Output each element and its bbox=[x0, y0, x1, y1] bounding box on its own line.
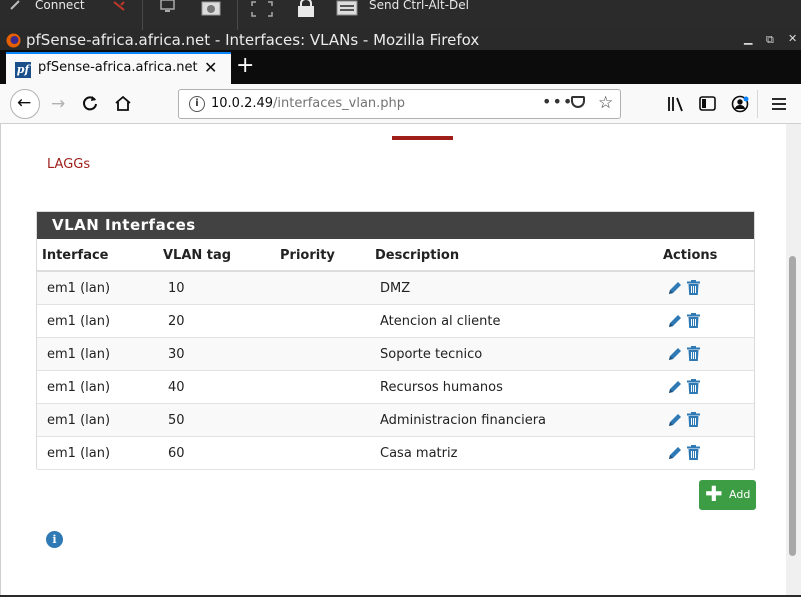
add-button-label: Add bbox=[729, 488, 751, 501]
add-button[interactable]: ✚ Add bbox=[699, 480, 756, 510]
panel-title: VLAN Interfaces bbox=[52, 216, 196, 234]
firefox-icon bbox=[6, 33, 21, 48]
restore-button[interactable]: ⧉ bbox=[766, 33, 774, 47]
new-tab-button[interactable]: + bbox=[236, 54, 254, 78]
active-tab-indicator bbox=[392, 136, 453, 140]
tab-pfsense[interactable]: pf pfSense-africa.africa.net ✕ bbox=[6, 52, 231, 84]
back-icon: ← bbox=[17, 93, 32, 113]
cell-description: Casa matriz bbox=[380, 446, 458, 461]
cell-description: Soporte tecnico bbox=[380, 347, 483, 362]
cell-interface: em1 (lan) bbox=[47, 446, 111, 461]
cell-vlan-tag: 10 bbox=[168, 281, 185, 296]
edit-pencil-icon[interactable] bbox=[667, 280, 683, 296]
send-ctrl-alt-del-button[interactable]: Send Ctrl-Alt-Del bbox=[369, 0, 469, 12]
remote-toolbar: Connect Send Ctrl-Alt-Del bbox=[0, 0, 801, 30]
cell-interface: em1 (lan) bbox=[47, 413, 111, 428]
edit-pencil-icon[interactable] bbox=[667, 346, 683, 362]
info-icon[interactable]: i bbox=[46, 531, 63, 548]
monitor-icon[interactable] bbox=[160, 0, 176, 14]
laggs-link[interactable]: LAGGs bbox=[47, 157, 90, 172]
edit-pencil-icon[interactable] bbox=[667, 445, 683, 461]
table-row: em1 (lan) 60 Casa matriz bbox=[37, 437, 754, 470]
home-icon[interactable] bbox=[114, 95, 132, 112]
delete-trash-icon[interactable] bbox=[687, 445, 700, 460]
delete-trash-icon[interactable] bbox=[687, 313, 700, 328]
cell-vlan-tag: 30 bbox=[168, 347, 185, 362]
screenshot-icon[interactable] bbox=[200, 0, 222, 16]
column-header-priority: Priority bbox=[280, 248, 335, 263]
url-bar[interactable]: i 10.0.2.49/interfaces_vlan.php ••• ☆ bbox=[178, 89, 621, 119]
back-button[interactable]: ← bbox=[10, 89, 40, 119]
cell-description: Administracion financiera bbox=[380, 413, 547, 428]
column-header-vlan-tag: VLAN tag bbox=[163, 248, 232, 263]
forward-icon[interactable]: → bbox=[51, 94, 65, 114]
cell-interface: em1 (lan) bbox=[47, 281, 111, 296]
plus-icon: ✚ bbox=[705, 482, 723, 506]
close-window-button[interactable]: ✕ bbox=[788, 32, 797, 45]
cell-vlan-tag: 60 bbox=[168, 446, 185, 461]
cell-interface: em1 (lan) bbox=[47, 314, 111, 329]
site-info-icon[interactable]: i bbox=[189, 96, 205, 112]
window-title: pfSense-africa.africa.net - Interfaces: … bbox=[26, 31, 480, 49]
table-row: em1 (lan) 20 Atencion al cliente bbox=[37, 305, 754, 338]
library-icon[interactable] bbox=[667, 96, 685, 112]
window-titlebar: pfSense-africa.africa.net - Interfaces: … bbox=[0, 30, 801, 50]
url-text[interactable]: 10.0.2.49/interfaces_vlan.php bbox=[211, 96, 405, 111]
cell-description: Atencion al cliente bbox=[380, 314, 501, 329]
account-icon[interactable] bbox=[731, 95, 749, 113]
table-row: em1 (lan) 10 DMZ bbox=[37, 272, 754, 305]
cell-interface: em1 (lan) bbox=[47, 347, 111, 362]
edit-pencil-icon[interactable] bbox=[667, 313, 683, 329]
pfsense-favicon-icon: pf bbox=[15, 62, 31, 78]
table-row: em1 (lan) 50 Administracion financiera bbox=[37, 404, 754, 437]
delete-trash-icon[interactable] bbox=[687, 379, 700, 394]
cell-vlan-tag: 40 bbox=[168, 380, 185, 395]
cell-description: Recursos humanos bbox=[380, 380, 503, 395]
scrollbar-thumb[interactable] bbox=[789, 256, 796, 556]
delete-trash-icon[interactable] bbox=[687, 412, 700, 427]
minimize-button[interactable]: ▁ bbox=[744, 32, 752, 45]
edit-pencil-icon[interactable] bbox=[667, 412, 683, 428]
tab-close-icon[interactable]: ✕ bbox=[204, 58, 217, 77]
page-actions-menu-icon[interactable]: ••• bbox=[542, 92, 573, 111]
bookmark-star-icon[interactable]: ☆ bbox=[598, 93, 613, 113]
toolbar-divider bbox=[757, 90, 758, 118]
connect-button[interactable]: Connect bbox=[35, 0, 85, 12]
pocket-icon[interactable] bbox=[571, 96, 585, 108]
disconnect-icon[interactable] bbox=[112, 0, 126, 12]
cell-description: DMZ bbox=[380, 281, 411, 296]
table-row: em1 (lan) 30 Soporte tecnico bbox=[37, 338, 754, 371]
table-row: em1 (lan) 40 Recursos humanos bbox=[37, 371, 754, 404]
keyboard-icon[interactable] bbox=[10, 0, 22, 10]
delete-trash-icon[interactable] bbox=[687, 346, 700, 361]
cell-vlan-tag: 20 bbox=[168, 314, 185, 329]
sidebar-icon[interactable] bbox=[699, 96, 717, 112]
cell-interface: em1 (lan) bbox=[47, 380, 111, 395]
fullscreen-icon[interactable] bbox=[250, 0, 274, 18]
delete-trash-icon[interactable] bbox=[687, 280, 700, 295]
lock-icon[interactable] bbox=[296, 0, 316, 18]
tab-label: pfSense-africa.africa.net bbox=[38, 60, 198, 75]
column-header-description: Description bbox=[375, 248, 460, 263]
url-host: 10.0.2.49 bbox=[211, 96, 274, 111]
column-header-actions: Actions bbox=[663, 248, 718, 263]
edit-pencil-icon[interactable] bbox=[667, 379, 683, 395]
reload-icon[interactable] bbox=[82, 95, 99, 112]
hamburger-menu-icon[interactable] bbox=[771, 97, 787, 111]
send-cad-icon[interactable] bbox=[336, 0, 358, 16]
column-header-interface: Interface bbox=[42, 248, 109, 263]
cell-vlan-tag: 50 bbox=[168, 413, 185, 428]
url-path: /interfaces_vlan.php bbox=[273, 96, 406, 111]
